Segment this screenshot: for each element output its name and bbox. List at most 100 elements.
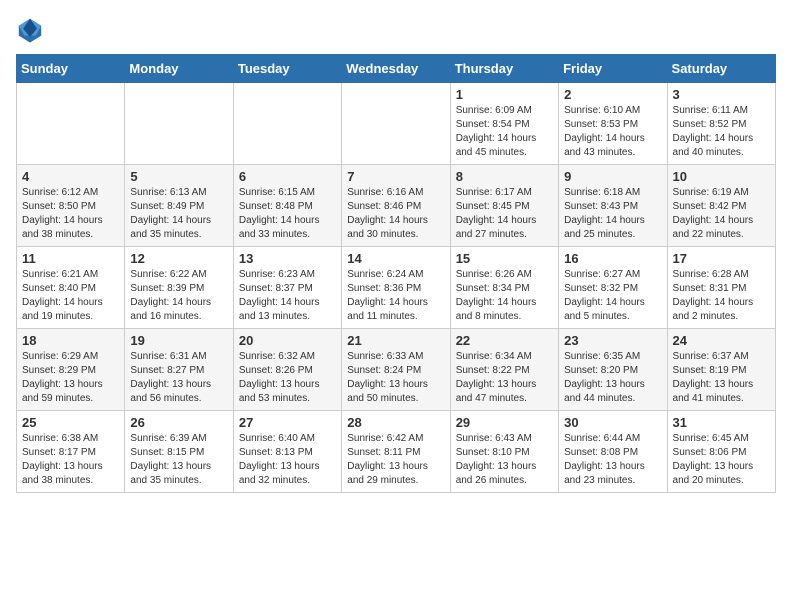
calendar-day-header: Wednesday — [342, 55, 450, 83]
day-info: Sunrise: 6:43 AM Sunset: 8:10 PM Dayligh… — [456, 432, 553, 488]
calendar-day-cell: 11 Sunrise: 6:21 AM Sunset: 8:40 PM Dayli… — [17, 247, 125, 329]
day-info: Sunrise: 6:31 AM Sunset: 8:27 PM Dayligh… — [130, 350, 227, 406]
day-number: 31 — [673, 415, 770, 430]
day-info: Sunrise: 6:21 AM Sunset: 8:40 PM Dayligh… — [22, 268, 119, 324]
day-info: Sunrise: 6:45 AM Sunset: 8:06 PM Dayligh… — [673, 432, 770, 488]
day-number: 23 — [564, 333, 661, 348]
day-info: Sunrise: 6:27 AM Sunset: 8:32 PM Dayligh… — [564, 268, 661, 324]
page-header — [16, 16, 776, 44]
day-number: 16 — [564, 251, 661, 266]
calendar-day-cell: 31 Sunrise: 6:45 AM Sunset: 8:06 PM Dayli… — [667, 411, 775, 493]
calendar-day-cell: 30Sunrise: 6:44 AM Sunset: 8:08 PM Dayli… — [559, 411, 667, 493]
day-info: Sunrise: 6:15 AM Sunset: 8:48 PM Dayligh… — [239, 186, 336, 242]
calendar-day-header: Thursday — [450, 55, 558, 83]
calendar-week-row: 25 Sunrise: 6:38 AM Sunset: 8:17 PM Dayli… — [17, 411, 776, 493]
calendar-day-cell — [342, 83, 450, 165]
day-number: 11 — [22, 251, 119, 266]
calendar-day-cell — [125, 83, 233, 165]
calendar-day-cell: 28 Sunrise: 6:42 AM Sunset: 8:11 PM Dayli… — [342, 411, 450, 493]
day-number: 21 — [347, 333, 444, 348]
day-number: 7 — [347, 169, 444, 184]
calendar-week-row: 4 Sunrise: 6:12 AM Sunset: 8:50 PM Daylig… — [17, 165, 776, 247]
calendar-day-cell: 18 Sunrise: 6:29 AM Sunset: 8:29 PM Dayli… — [17, 329, 125, 411]
calendar-day-cell: 25 Sunrise: 6:38 AM Sunset: 8:17 PM Dayli… — [17, 411, 125, 493]
calendar-day-cell: 1 Sunrise: 6:09 AM Sunset: 8:54 PM Daylig… — [450, 83, 558, 165]
day-number: 29 — [456, 415, 553, 430]
day-number: 24 — [673, 333, 770, 348]
day-number: 3 — [673, 87, 770, 102]
calendar-day-cell: 8 Sunrise: 6:17 AM Sunset: 8:45 PM Daylig… — [450, 165, 558, 247]
calendar-day-cell: 14Sunrise: 6:24 AM Sunset: 8:36 PM Dayli… — [342, 247, 450, 329]
day-info: Sunrise: 6:39 AM Sunset: 8:15 PM Dayligh… — [130, 432, 227, 488]
day-info: Sunrise: 6:17 AM Sunset: 8:45 PM Dayligh… — [456, 186, 553, 242]
day-info: Sunrise: 6:26 AM Sunset: 8:34 PM Dayligh… — [456, 268, 553, 324]
calendar-day-cell: 17 Sunrise: 6:28 AM Sunset: 8:31 PM Dayli… — [667, 247, 775, 329]
day-info: Sunrise: 6:33 AM Sunset: 8:24 PM Dayligh… — [347, 350, 444, 406]
day-number: 9 — [564, 169, 661, 184]
day-number: 13 — [239, 251, 336, 266]
calendar-day-cell: 27Sunrise: 6:40 AM Sunset: 8:13 PM Dayli… — [233, 411, 341, 493]
calendar-day-cell: 5Sunrise: 6:13 AM Sunset: 8:49 PM Daylig… — [125, 165, 233, 247]
calendar-day-header: Tuesday — [233, 55, 341, 83]
day-info: Sunrise: 6:22 AM Sunset: 8:39 PM Dayligh… — [130, 268, 227, 324]
day-info: Sunrise: 6:19 AM Sunset: 8:42 PM Dayligh… — [673, 186, 770, 242]
calendar-day-cell: 9Sunrise: 6:18 AM Sunset: 8:43 PM Daylig… — [559, 165, 667, 247]
calendar-day-header: Sunday — [17, 55, 125, 83]
calendar-day-cell: 4 Sunrise: 6:12 AM Sunset: 8:50 PM Daylig… — [17, 165, 125, 247]
day-info: Sunrise: 6:12 AM Sunset: 8:50 PM Dayligh… — [22, 186, 119, 242]
calendar-day-cell: 6 Sunrise: 6:15 AM Sunset: 8:48 PM Daylig… — [233, 165, 341, 247]
calendar-day-cell: 23 Sunrise: 6:35 AM Sunset: 8:20 PM Dayli… — [559, 329, 667, 411]
calendar-week-row: 18 Sunrise: 6:29 AM Sunset: 8:29 PM Dayli… — [17, 329, 776, 411]
day-number: 1 — [456, 87, 553, 102]
day-number: 6 — [239, 169, 336, 184]
calendar-day-cell — [233, 83, 341, 165]
day-info: Sunrise: 6:29 AM Sunset: 8:29 PM Dayligh… — [22, 350, 119, 406]
calendar-day-cell: 12Sunrise: 6:22 AM Sunset: 8:39 PM Dayli… — [125, 247, 233, 329]
calendar-day-cell: 13 Sunrise: 6:23 AM Sunset: 8:37 PM Dayli… — [233, 247, 341, 329]
calendar-day-cell: 2Sunrise: 6:10 AM Sunset: 8:53 PM Daylig… — [559, 83, 667, 165]
day-number: 19 — [130, 333, 227, 348]
day-number: 20 — [239, 333, 336, 348]
calendar-day-cell: 19 Sunrise: 6:31 AM Sunset: 8:27 PM Dayli… — [125, 329, 233, 411]
day-number: 4 — [22, 169, 119, 184]
calendar-day-cell: 16 Sunrise: 6:27 AM Sunset: 8:32 PM Dayli… — [559, 247, 667, 329]
calendar-day-cell — [17, 83, 125, 165]
calendar-body: 1 Sunrise: 6:09 AM Sunset: 8:54 PM Daylig… — [17, 83, 776, 493]
day-info: Sunrise: 6:38 AM Sunset: 8:17 PM Dayligh… — [22, 432, 119, 488]
day-info: Sunrise: 6:44 AM Sunset: 8:08 PM Dayligh… — [564, 432, 661, 488]
day-number: 28 — [347, 415, 444, 430]
day-number: 14 — [347, 251, 444, 266]
day-number: 17 — [673, 251, 770, 266]
day-info: Sunrise: 6:09 AM Sunset: 8:54 PM Dayligh… — [456, 104, 553, 160]
calendar-day-header: Saturday — [667, 55, 775, 83]
day-number: 18 — [22, 333, 119, 348]
calendar-day-cell: 24Sunrise: 6:37 AM Sunset: 8:19 PM Dayli… — [667, 329, 775, 411]
day-info: Sunrise: 6:11 AM Sunset: 8:52 PM Dayligh… — [673, 104, 770, 160]
day-number: 25 — [22, 415, 119, 430]
day-number: 5 — [130, 169, 227, 184]
calendar-day-cell: 10 Sunrise: 6:19 AM Sunset: 8:42 PM Dayli… — [667, 165, 775, 247]
day-number: 22 — [456, 333, 553, 348]
day-info: Sunrise: 6:28 AM Sunset: 8:31 PM Dayligh… — [673, 268, 770, 324]
day-number: 15 — [456, 251, 553, 266]
calendar-day-cell: 21 Sunrise: 6:33 AM Sunset: 8:24 PM Dayli… — [342, 329, 450, 411]
calendar-table: SundayMondayTuesdayWednesdayThursdayFrid… — [16, 54, 776, 493]
day-info: Sunrise: 6:32 AM Sunset: 8:26 PM Dayligh… — [239, 350, 336, 406]
day-number: 27 — [239, 415, 336, 430]
calendar-header-row: SundayMondayTuesdayWednesdayThursdayFrid… — [17, 55, 776, 83]
day-number: 10 — [673, 169, 770, 184]
day-number: 8 — [456, 169, 553, 184]
calendar-week-row: 11 Sunrise: 6:21 AM Sunset: 8:40 PM Dayli… — [17, 247, 776, 329]
calendar-day-cell: 7 Sunrise: 6:16 AM Sunset: 8:46 PM Daylig… — [342, 165, 450, 247]
logo — [16, 16, 48, 44]
day-number: 26 — [130, 415, 227, 430]
calendar-day-cell: 3 Sunrise: 6:11 AM Sunset: 8:52 PM Daylig… — [667, 83, 775, 165]
day-info: Sunrise: 6:42 AM Sunset: 8:11 PM Dayligh… — [347, 432, 444, 488]
calendar-day-header: Monday — [125, 55, 233, 83]
logo-icon — [16, 16, 44, 44]
day-info: Sunrise: 6:16 AM Sunset: 8:46 PM Dayligh… — [347, 186, 444, 242]
day-info: Sunrise: 6:35 AM Sunset: 8:20 PM Dayligh… — [564, 350, 661, 406]
calendar-day-cell: 29 Sunrise: 6:43 AM Sunset: 8:10 PM Dayli… — [450, 411, 558, 493]
day-info: Sunrise: 6:10 AM Sunset: 8:53 PM Dayligh… — [564, 104, 661, 160]
day-info: Sunrise: 6:23 AM Sunset: 8:37 PM Dayligh… — [239, 268, 336, 324]
